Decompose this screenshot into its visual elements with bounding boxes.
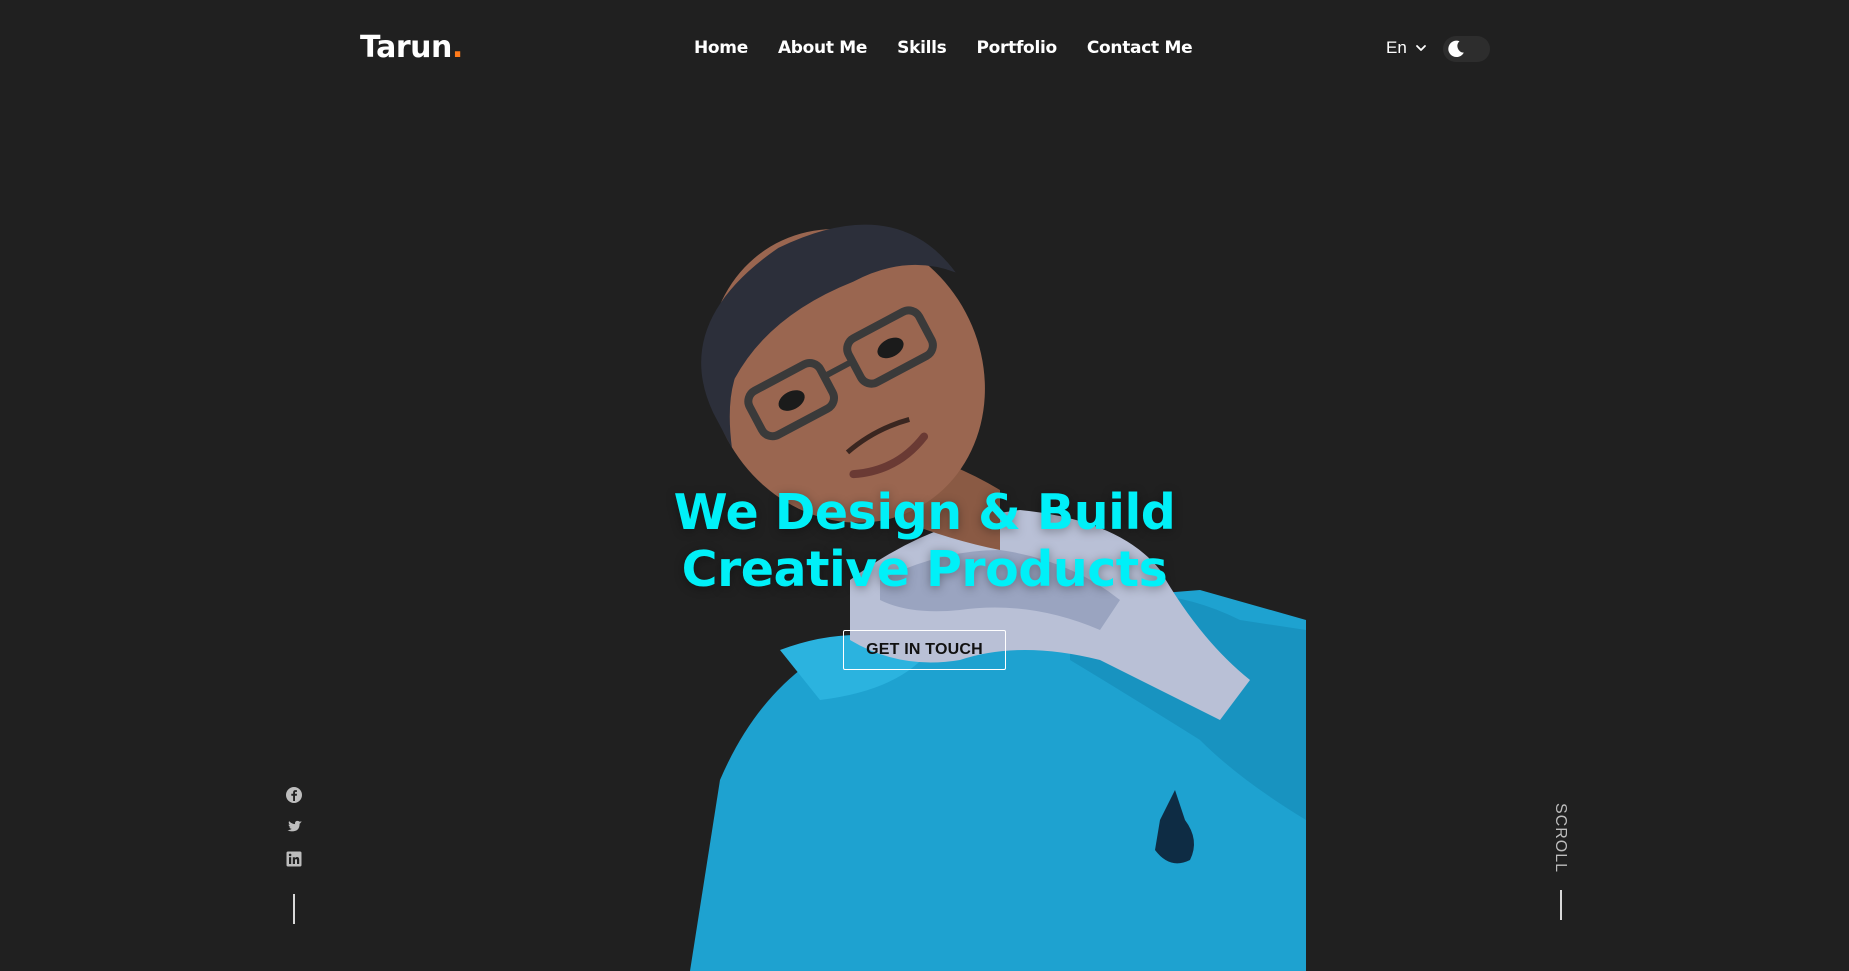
page: Tarun. Home About Me Skills Portfolio Co… bbox=[0, 0, 1849, 971]
linkedin-icon[interactable] bbox=[285, 850, 303, 868]
facebook-icon[interactable] bbox=[285, 786, 303, 804]
nav-item-contact-me[interactable]: Contact Me bbox=[1087, 38, 1193, 58]
social-links bbox=[285, 786, 303, 924]
language-label: En bbox=[1386, 38, 1407, 57]
site-logo[interactable]: Tarun. bbox=[360, 30, 463, 65]
main-nav: Home About Me Skills Portfolio Contact M… bbox=[694, 38, 1193, 58]
social-divider-line bbox=[293, 894, 295, 924]
logo-text: Tarun bbox=[360, 30, 452, 65]
nav-item-about-me[interactable]: About Me bbox=[778, 38, 868, 58]
twitter-icon[interactable] bbox=[285, 818, 303, 836]
nav-item-home[interactable]: Home bbox=[694, 38, 748, 58]
scroll-line bbox=[1560, 890, 1562, 920]
theme-toggle[interactable] bbox=[1443, 36, 1490, 62]
headline-line-1: We Design & Build bbox=[673, 484, 1176, 541]
hero-headline: We Design & Build Creative Products bbox=[0, 484, 1849, 598]
moon-icon bbox=[1448, 40, 1464, 58]
chevron-down-icon bbox=[1415, 45, 1426, 51]
nav-item-portfolio[interactable]: Portfolio bbox=[977, 38, 1058, 58]
logo-dot: . bbox=[451, 30, 463, 65]
headline-line-2: Creative Products bbox=[681, 541, 1168, 598]
language-selector[interactable]: En bbox=[1386, 38, 1427, 58]
get-in-touch-button[interactable]: GET IN TOUCH bbox=[843, 630, 1006, 670]
scroll-indicator[interactable]: SCROLL bbox=[1540, 798, 1580, 920]
scroll-label: SCROLL bbox=[1552, 802, 1569, 874]
nav-item-skills[interactable]: Skills bbox=[897, 38, 947, 58]
